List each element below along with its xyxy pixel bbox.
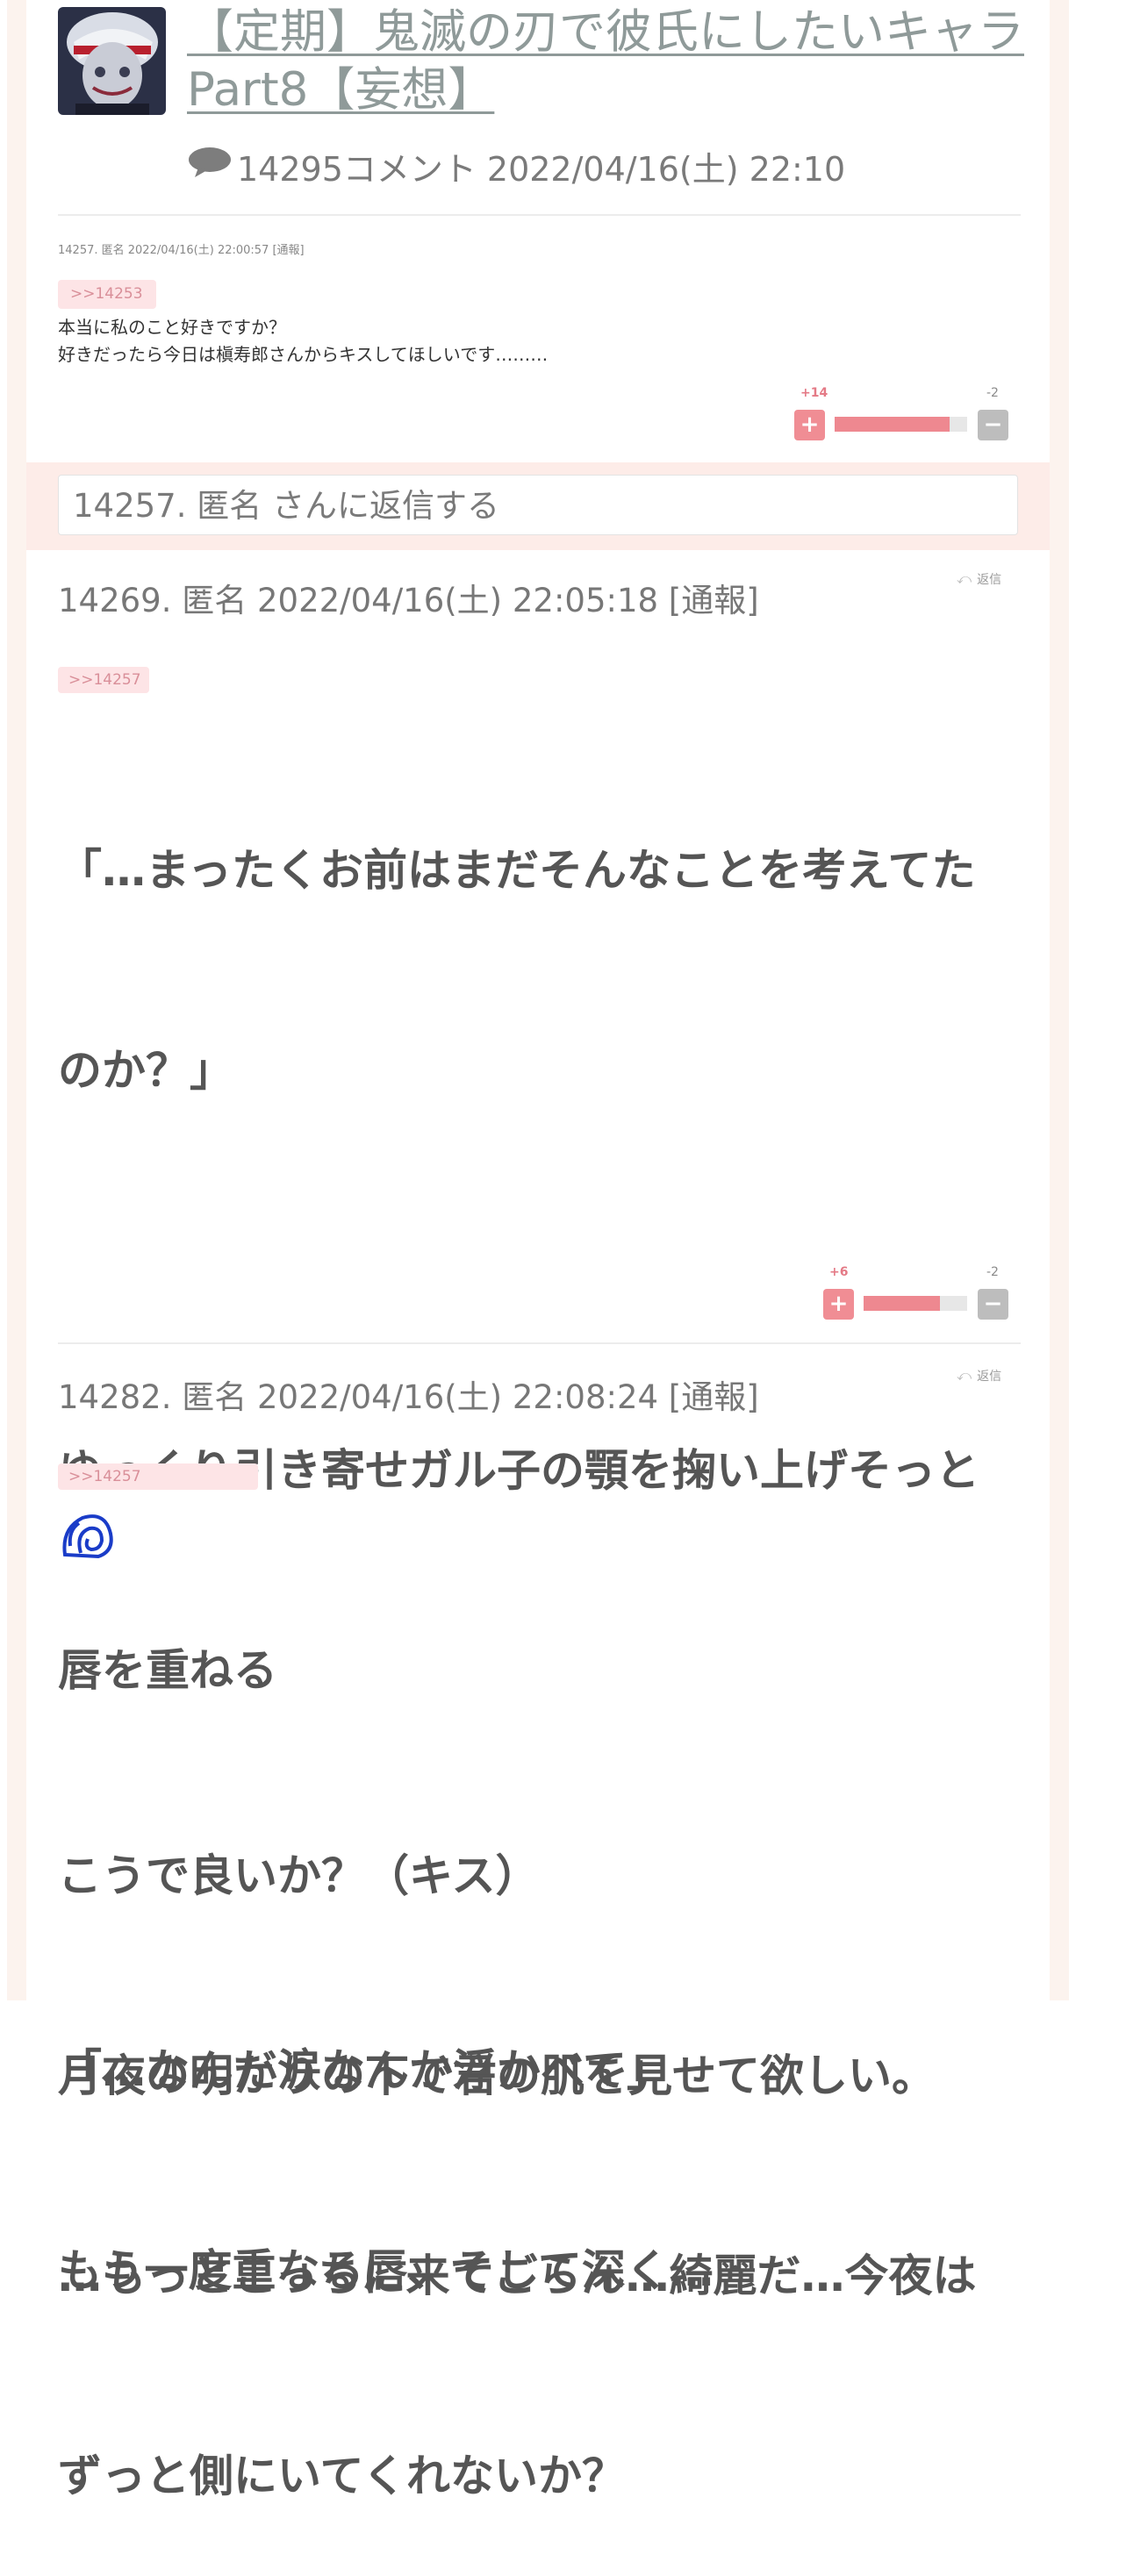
vote-ratio-fill xyxy=(864,1296,940,1311)
divider xyxy=(58,1342,1021,1344)
thread-datetime: 2022/04/16(土) 22:10 xyxy=(487,142,845,190)
comment-body: 本当に私のこと好きですか？ 好きだったら今日は槇寿郎さんからキスしてほしいです…… xyxy=(58,314,548,369)
minus-icon[interactable]: − xyxy=(978,410,1008,440)
reply-button[interactable]: ⤺ 返信 xyxy=(957,1367,1001,1385)
comment-line: 「…まったくお前はまだそんなことを考えてた xyxy=(58,837,1032,904)
comment-line: 好きだったら今日は槇寿郎さんからキスしてほしいです……… xyxy=(58,341,548,369)
vote-ratio-fill xyxy=(835,417,950,432)
minus-icon[interactable]: − xyxy=(978,1289,1008,1320)
reply-label: 返信 xyxy=(977,1367,1001,1385)
page-side-stripe-right xyxy=(1050,0,1069,2000)
comment-header: 14282. 匿名 2022/04/16(土) 22:08:24 [通報] xyxy=(58,1370,759,1418)
anchor-link[interactable]: >>14257 xyxy=(58,1463,258,1490)
plus-icon[interactable]: + xyxy=(794,410,825,440)
plus-icon[interactable]: + xyxy=(823,1289,854,1320)
comment-line: 月夜の明かりの下で君の肌を見せて欲しい。 xyxy=(58,2043,1032,2109)
plus-count: +14 xyxy=(800,386,828,400)
thread-title-link[interactable]: 【定期】鬼滅の刃で彼氏にしたいキャラPart8【妄想】 xyxy=(187,4,1029,119)
comment-line: 本当に私のこと好きですか？ xyxy=(58,314,548,341)
plus-count: +6 xyxy=(829,1265,848,1279)
speech-bubble-icon xyxy=(188,147,232,186)
vote-ratio-bar xyxy=(835,417,967,432)
reply-arrow-icon: ⤺ xyxy=(957,1367,972,1385)
anchor-link[interactable]: >>14257 xyxy=(58,667,149,693)
comment-body: こうで良いか？（キス） 月夜の明かりの下で君の肌を見せて欲しい。 …もっとこっち… xyxy=(58,1709,1032,2576)
minus-count: -2 xyxy=(986,386,999,400)
reply-button[interactable]: ⤺ 返信 xyxy=(957,570,1001,588)
spiral-shell-emoji xyxy=(60,1511,114,1563)
comment-line: 唇を重ねる xyxy=(58,1637,1032,1704)
page-side-stripe-left xyxy=(7,0,26,2000)
divider xyxy=(58,214,1021,216)
thread-thumbnail[interactable] xyxy=(58,7,166,115)
comment-count: 14295コメント xyxy=(237,142,477,190)
comment-header: 14269. 匿名 2022/04/16(土) 22:05:18 [通報] xyxy=(58,574,759,621)
comment-line: …もっとこっちに来てごらん…綺麗だ…今夜は xyxy=(58,2243,1032,2309)
reply-input[interactable]: 14257. 匿名 さんに返信する xyxy=(58,475,1018,535)
comment-line xyxy=(58,1237,1032,1304)
anchor-link[interactable]: >>14253 xyxy=(58,280,156,309)
vote-ratio-bar xyxy=(864,1296,967,1311)
minus-count: -2 xyxy=(986,1265,999,1279)
thread-meta: 14295コメント 2022/04/16(土) 22:10 xyxy=(188,142,845,190)
comment-line: ずっと側にいてくれないか？ xyxy=(58,2443,1032,2509)
reply-label: 返信 xyxy=(977,570,1001,588)
comment-header: 14257. 匿名 2022/04/16(土) 22:00:57 [通報] xyxy=(58,240,305,257)
comment-line: のか？」 xyxy=(58,1037,1032,1104)
reply-arrow-icon: ⤺ xyxy=(957,570,972,588)
comment-line: こうで良いか？（キス） xyxy=(58,1843,1032,1909)
